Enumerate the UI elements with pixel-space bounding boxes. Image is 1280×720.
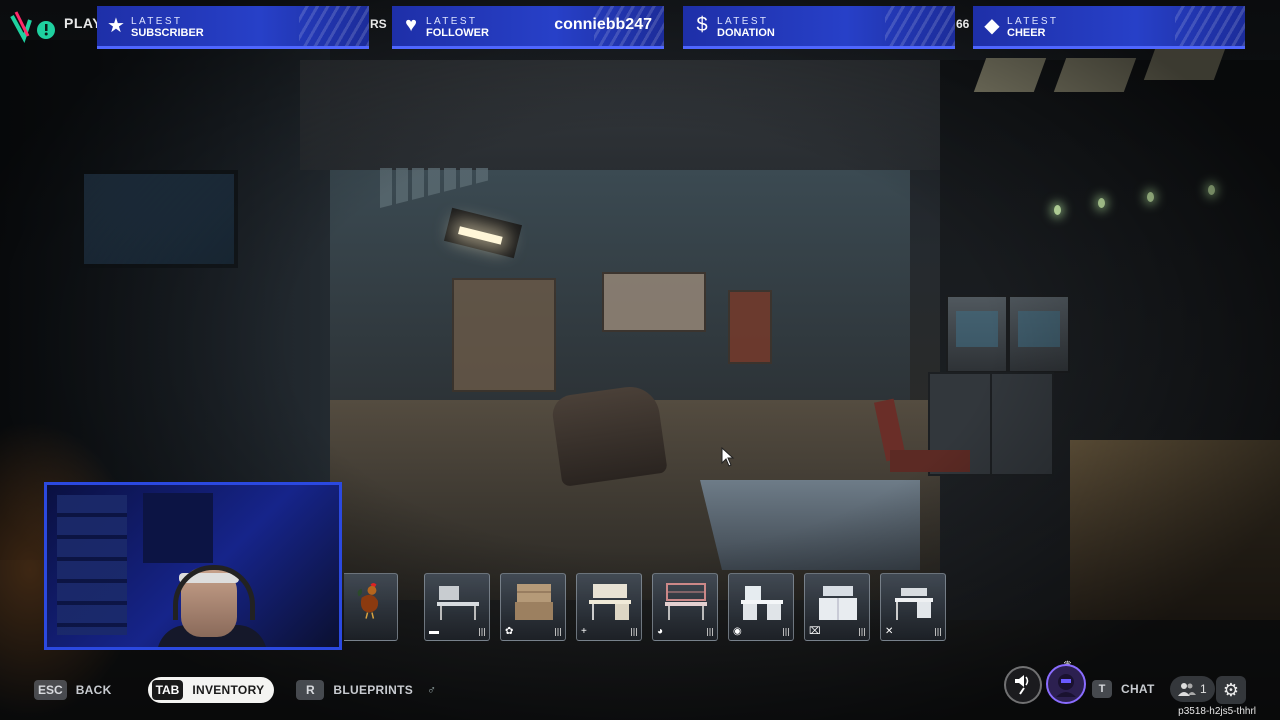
alert-label-bottom: DONATION — [717, 27, 775, 39]
chat-button[interactable]: T CHAT — [1092, 680, 1155, 698]
diamond-icon: ◆ — [984, 14, 1000, 37]
slot-menu-icon — [783, 628, 789, 636]
star-icon: ★ — [107, 14, 125, 37]
category-icon: + — [581, 626, 587, 637]
speaker-icon — [1015, 675, 1029, 695]
heart-icon: ♥ — [405, 13, 417, 36]
voice-volume-button[interactable] — [1004, 666, 1042, 704]
inventory-slot-cabinet-station[interactable]: ⌧ — [804, 573, 870, 641]
category-icon: ▬ — [429, 626, 439, 637]
bottom-controls: ESC BACK TAB INVENTORY R BLUEPRINTS ♂ — [34, 676, 436, 704]
esc-key: ESC — [34, 680, 67, 700]
latest-subscriber-alert: ★ LATEST SUBSCRIBER — [97, 6, 369, 49]
metal-workbench-icon — [437, 586, 479, 620]
category-icon: ◕ — [657, 626, 664, 637]
t-key: T — [1092, 680, 1112, 698]
inventory-slot-small-desk[interactable]: ✕ — [880, 573, 946, 641]
webcam-door — [143, 493, 213, 563]
webcam-overlay — [44, 482, 342, 650]
back-button[interactable]: ESC BACK — [34, 680, 112, 700]
blueprints-extra-icon: ♂ — [427, 683, 437, 697]
session-id: p3518-h2js5-thhrl — [1178, 706, 1256, 717]
webcam-shelf — [57, 495, 127, 635]
writing-desk-icon — [589, 584, 631, 620]
r-key: R — [296, 680, 325, 700]
category-icon: ✕ — [885, 626, 894, 637]
alert-label-bottom: SUBSCRIBER — [131, 27, 204, 39]
inventory-slot-shelf-desk[interactable]: ◕ — [652, 573, 718, 641]
alert-value: conniebb247 — [554, 16, 652, 33]
wooden-hutch-icon — [515, 584, 553, 620]
blueprints-label: BLUEPRINTS — [333, 683, 414, 697]
cabinet-station-icon — [819, 586, 857, 620]
latest-cheer-alert: ◆ LATEST CHEER — [973, 6, 1245, 49]
partial-label: RS — [370, 17, 387, 31]
inventory-label: INVENTORY — [192, 683, 265, 697]
slot-menu-icon — [935, 628, 941, 636]
lab-station-icon — [741, 586, 783, 620]
category-icon: ⌧ — [809, 626, 821, 637]
slot-menu-icon — [707, 628, 713, 636]
alert-label-bottom: FOLLOWER — [426, 27, 489, 39]
player-avatar[interactable] — [1046, 664, 1086, 704]
chat-label: CHAT — [1121, 682, 1155, 696]
player-count: 1 — [1200, 682, 1207, 696]
stream-alert-bar: PLAY RS 66 ★ LATEST SUBSCRIBER ♥ LATEST … — [0, 0, 1280, 49]
tab-key: TAB — [151, 680, 184, 700]
inventory-slot-wooden-hutch[interactable]: ✿ — [500, 573, 566, 641]
slot-menu-icon — [631, 628, 637, 636]
inventory-slot-lab-station[interactable]: ◉ — [728, 573, 794, 641]
settings-button[interactable]: ⚙ — [1216, 676, 1246, 704]
latest-donation-alert: $ LATEST DONATION — [683, 6, 955, 49]
alert-label-bottom: CHEER — [1007, 27, 1046, 39]
partial-label: 66 — [956, 17, 970, 31]
inventory-slot-writing-desk[interactable]: + — [576, 573, 642, 641]
inventory-slot-rooster[interactable] — [344, 573, 398, 641]
alert-label-top: LATEST — [131, 16, 183, 27]
shelf-desk-icon — [665, 583, 707, 620]
latest-follower-alert: ♥ LATEST FOLLOWER conniebb247 — [392, 6, 664, 49]
inventory-tab[interactable]: TAB INVENTORY — [147, 677, 275, 703]
slot-menu-icon — [555, 628, 561, 636]
alert-label-top: LATEST — [1007, 16, 1059, 27]
back-label: BACK — [75, 683, 112, 697]
alert-label-top: LATEST — [717, 16, 769, 27]
slot-menu-icon — [859, 628, 865, 636]
rooster-icon — [357, 582, 379, 619]
dollar-icon: $ — [696, 13, 708, 36]
small-desk-icon — [895, 588, 933, 620]
channel-logo-icon — [10, 10, 56, 43]
players-icon — [1178, 683, 1196, 696]
gear-icon: ⚙ — [1222, 679, 1240, 700]
category-icon: ◉ — [733, 626, 742, 637]
inventory-slot-metal-workbench[interactable]: ▬ — [424, 573, 490, 641]
category-icon: ✿ — [505, 626, 514, 637]
slot-menu-icon — [479, 628, 485, 636]
blueprints-tab[interactable]: R BLUEPRINTS ♂ — [296, 680, 436, 700]
players-button[interactable]: 1 — [1170, 676, 1215, 702]
avatar-icon — [1056, 674, 1076, 697]
alert-label-top: LATEST — [426, 16, 478, 27]
